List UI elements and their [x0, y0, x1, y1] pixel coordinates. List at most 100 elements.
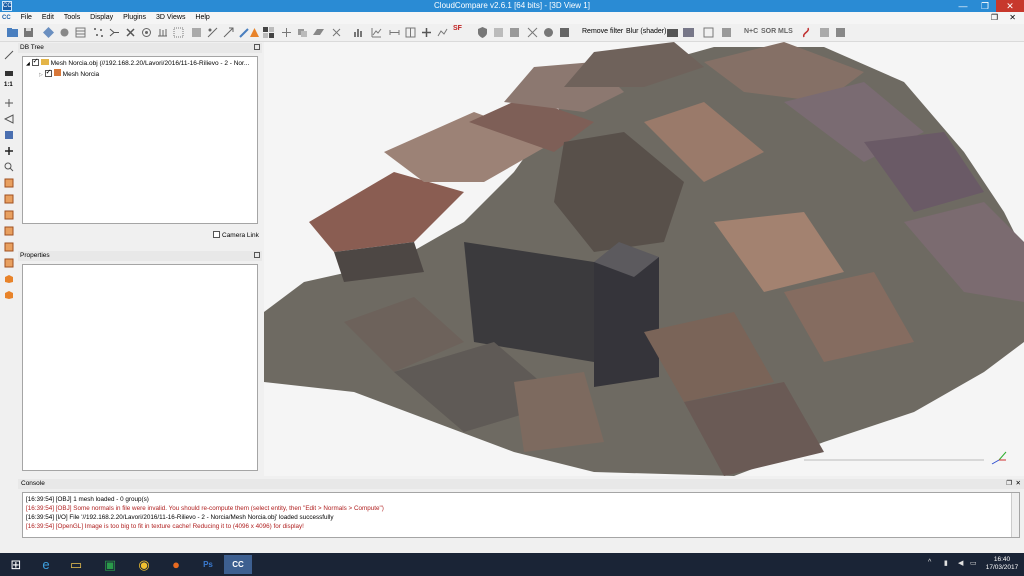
root-visibility-checkbox[interactable] [31, 57, 39, 67]
top-view-icon[interactable] [4, 194, 14, 204]
zoom-1-1-icon[interactable]: 1:1 [4, 82, 14, 92]
system-clock[interactable]: 16:40 17/03/2017 [982, 556, 1022, 572]
shield-icon[interactable] [476, 26, 489, 39]
windows-start-icon[interactable]: ⊞ [2, 555, 30, 574]
back-view-icon[interactable] [4, 226, 14, 236]
menu-tools[interactable]: Tools [60, 12, 84, 24]
bottom-view-icon[interactable] [4, 258, 14, 268]
maximize-button[interactable]: ❐ [974, 0, 996, 12]
undock-icon[interactable] [254, 44, 260, 50]
filter-icon[interactable] [508, 26, 521, 39]
menu-app-icon[interactable]: CC [0, 12, 15, 24]
distance-icon[interactable] [388, 26, 401, 39]
tree-item-root[interactable]: ◢ Mesh Norcia.obj (//192.168.2.20/Lavori… [26, 57, 249, 69]
magnifier-icon[interactable] [4, 162, 14, 172]
front-view-icon[interactable] [4, 178, 14, 188]
checkerboard-icon[interactable] [262, 26, 275, 39]
mesh-visibility-checkbox[interactable] [44, 68, 52, 78]
chrome-icon[interactable]: ◉ [130, 555, 158, 574]
n-c-plugin-button[interactable]: N+C [744, 28, 758, 35]
firefox-icon[interactable]: ● [162, 555, 190, 574]
plus-icon[interactable] [4, 98, 14, 108]
mls-plugin-button[interactable]: MLS [778, 28, 793, 35]
octree-icon[interactable] [172, 26, 185, 39]
scalar-field-icon[interactable]: SF [453, 25, 462, 32]
collapse-arrow-icon[interactable]: ◢ [26, 61, 30, 67]
minimize-button[interactable]: — [952, 0, 974, 12]
console-scrollbar[interactable] [1011, 493, 1019, 537]
save-icon[interactable] [22, 26, 35, 39]
subsample-icon[interactable] [92, 26, 105, 39]
normals-icon[interactable] [156, 26, 169, 39]
register-icon[interactable] [296, 26, 309, 39]
sor-plugin-button[interactable]: SOR [761, 28, 776, 35]
expand-arrow-icon[interactable]: ▷ [39, 72, 43, 78]
cloudcompare-icon[interactable]: CC [224, 555, 252, 574]
network-icon[interactable]: ▮ [944, 559, 948, 567]
canupo-icon[interactable] [720, 26, 733, 39]
close-view-icon[interactable]: ✕ [1009, 12, 1016, 24]
image-icon[interactable] [682, 26, 695, 39]
compute-icon[interactable] [190, 26, 203, 39]
point-picking-icon[interactable] [42, 26, 55, 39]
pick-rotation-center-icon[interactable] [4, 50, 14, 60]
statistics-icon[interactable] [370, 26, 383, 39]
cross-section-icon[interactable] [206, 26, 219, 39]
remove-filter-button[interactable]: Remove filter [582, 28, 623, 35]
merge-icon[interactable] [108, 26, 121, 39]
screenshot-icon[interactable] [666, 26, 679, 39]
file-explorer-icon[interactable]: ▭ [62, 555, 90, 574]
smooth-icon[interactable] [526, 26, 539, 39]
add-icon[interactable] [420, 26, 433, 39]
keyboard-icon[interactable]: ▭ [970, 559, 977, 567]
menu-plugins[interactable]: Plugins [119, 12, 150, 24]
left-view-icon[interactable] [4, 210, 14, 220]
texture-icon[interactable] [558, 26, 571, 39]
camera-link-checkbox[interactable] [213, 231, 220, 238]
blur-shader-button[interactable]: Blur (shader) [626, 28, 666, 35]
console-undock-icon[interactable]: ❐ [1006, 479, 1012, 489]
iso-view-1-icon[interactable] [4, 274, 14, 284]
restore-view-icon[interactable]: ❐ [991, 12, 998, 24]
move-icon[interactable] [4, 146, 14, 156]
ransac-icon[interactable] [800, 26, 813, 39]
photoshop-icon[interactable]: Ps [194, 555, 222, 574]
graph-icon[interactable] [436, 26, 449, 39]
open-file-icon[interactable] [6, 26, 19, 39]
perspective-icon[interactable] [4, 114, 14, 124]
clone-icon[interactable] [58, 26, 71, 39]
grid-icon[interactable] [404, 26, 417, 39]
mesh-render[interactable] [264, 42, 1024, 476]
sphere-icon[interactable] [542, 26, 555, 39]
console-close-icon[interactable]: ✕ [1016, 479, 1021, 489]
menu-help[interactable]: Help [191, 12, 213, 24]
lighting-icon[interactable] [4, 130, 14, 140]
menu-edit[interactable]: Edit [38, 12, 58, 24]
iso-view-2-icon[interactable] [4, 290, 14, 300]
undock-icon[interactable] [254, 252, 260, 258]
volume-icon[interactable] [702, 26, 715, 39]
plane-icon[interactable] [312, 26, 325, 39]
internet-explorer-icon[interactable]: e [32, 555, 60, 574]
gradient-icon[interactable] [492, 26, 505, 39]
histogram-icon[interactable] [352, 26, 365, 39]
scale-icon[interactable] [222, 26, 235, 39]
menu-display[interactable]: Display [86, 12, 117, 24]
right-view-icon[interactable] [4, 242, 14, 252]
tray-chevron-icon[interactable]: ^ [928, 559, 931, 566]
excel-icon[interactable]: ▣ [96, 555, 124, 574]
tree-item-mesh[interactable]: ▷ Mesh Norcia [39, 68, 99, 79]
cut-icon[interactable] [330, 26, 343, 39]
cloudcompare-app-icon[interactable]: CC [2, 1, 12, 11]
camera-icon[interactable] [4, 68, 14, 78]
volume-icon[interactable]: ◀ [958, 559, 963, 567]
camera-link-toggle[interactable]: Camera Link [213, 231, 259, 239]
menu-3d-views[interactable]: 3D Views [152, 12, 189, 24]
close-button[interactable]: ✕ [996, 0, 1024, 12]
3d-viewport[interactable] [264, 42, 1024, 476]
qpcl-icon[interactable] [834, 26, 847, 39]
list-icon[interactable] [74, 26, 87, 39]
segment-icon[interactable] [248, 26, 261, 39]
sensor-icon[interactable] [140, 26, 153, 39]
menu-file[interactable]: File [17, 12, 36, 24]
